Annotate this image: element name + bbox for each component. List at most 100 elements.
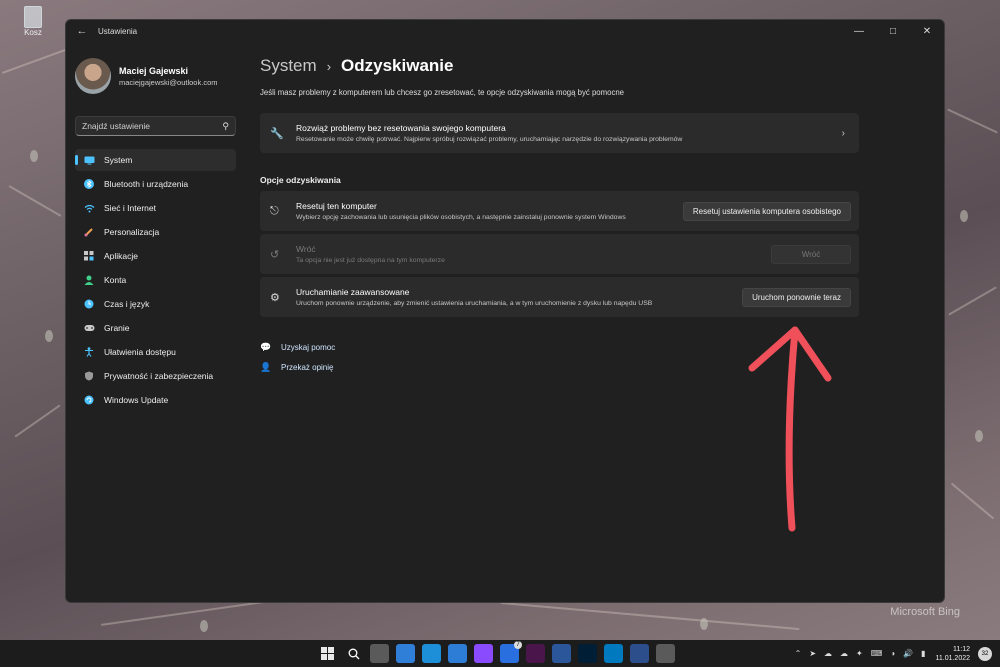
troubleshoot-card[interactable]: 🔧 Rozwiąż problemy bez resetowania swoje…: [260, 113, 859, 153]
user-profile[interactable]: Maciej Gajewski maciejgajewski@outlook.c…: [75, 50, 252, 102]
sidebar-item-label: Czas i język: [104, 299, 150, 309]
sidebar-item-accounts[interactable]: Konta: [75, 269, 236, 291]
word-taskbar-icon[interactable]: [552, 644, 571, 663]
wifi-icon: [83, 202, 95, 214]
sidebar-item-time-language[interactable]: Czas i język: [75, 293, 236, 315]
sidebar-item-apps[interactable]: Aplikacje: [75, 245, 236, 267]
history-icon: ↺: [270, 248, 280, 261]
title-bar[interactable]: ← Ustawienia — □ ✕: [66, 20, 944, 42]
page-title: Odzyskiwanie: [341, 56, 454, 75]
mail-taskbar-icon[interactable]: [448, 644, 467, 663]
clock[interactable]: 11:12 11.01.2022: [935, 645, 970, 663]
sidebar-item-personalization[interactable]: Personalizacja: [75, 221, 236, 243]
powershell-taskbar-icon[interactable]: [630, 644, 649, 663]
profile-email: maciejgajewski@outlook.com: [119, 77, 218, 87]
minimize-button[interactable]: —: [842, 20, 876, 42]
window-title: Ustawienia: [98, 26, 138, 36]
search-icon[interactable]: ⚲: [222, 121, 229, 132]
reset-pc-icon: ⎋: [270, 204, 279, 217]
profile-name: Maciej Gajewski: [119, 65, 189, 76]
sidebar-nav: System Bluetooth i urządzenia Sieć i Int…: [75, 149, 252, 411]
keyboard-icon[interactable]: ⌨: [871, 649, 883, 658]
taskbar-badge: 7: [514, 641, 522, 649]
sidebar-item-label: Granie: [104, 323, 130, 333]
apps-icon: [83, 250, 95, 262]
reset-pc-title: Resetuj ten komputer: [296, 201, 377, 211]
back-arrow-icon[interactable]: ←: [70, 25, 94, 37]
reset-pc-description: Wybierz opcję zachowania lub usunięcia p…: [296, 214, 626, 221]
main-content: System › Odzyskiwanie Jeśli masz problem…: [260, 42, 944, 602]
sidebar-item-gaming[interactable]: Granie: [75, 317, 236, 339]
sidebar-item-label: Windows Update: [104, 395, 169, 405]
globe-clock-icon: [83, 298, 95, 310]
annotation-arrow-icon: [748, 326, 832, 532]
advanced-startup-description: Uruchom ponownie urządzenie, aby zmienić…: [296, 300, 653, 307]
onedrive-icon[interactable]: ☁: [840, 649, 848, 658]
sidebar-item-label: Ułatwienia dostępu: [104, 347, 176, 357]
slack-taskbar-icon[interactable]: [526, 644, 545, 663]
trello-taskbar-icon[interactable]: [604, 644, 623, 663]
recovery-options-heading: Opcje odzyskiwania: [260, 175, 341, 185]
go-back-title: Wróć: [296, 244, 316, 254]
troubleshoot-description: Resetowanie może chwilę potrwać. Najpier…: [296, 136, 683, 143]
gamepad-icon: [83, 322, 95, 334]
cloud-icon[interactable]: ☁: [824, 649, 832, 658]
sidebar-item-label: Konta: [104, 275, 127, 285]
sidebar-item-label: Bluetooth i urządzenia: [104, 179, 189, 189]
sidebar-item-network[interactable]: Sieć i Internet: [75, 197, 236, 219]
photoshop-taskbar-icon[interactable]: [578, 644, 597, 663]
sidebar-item-bluetooth[interactable]: Bluetooth i urządzenia: [75, 173, 236, 195]
maximize-button[interactable]: □: [876, 20, 910, 42]
system-tray: ⌃ ➤ ☁ ☁ ✦ ⌨ ◑ 🔊 ▮ 11:12 11.01.2022 32: [787, 640, 992, 667]
go-back-card: ↺ Wróć Ta opcja nie jest już dostępna na…: [260, 234, 859, 274]
task-view-taskbar-icon[interactable]: [370, 644, 389, 663]
slack-tray-icon[interactable]: ✦: [856, 649, 863, 658]
taskbar: 7 ⌃ ➤ ☁ ☁ ✦ ⌨ ◑ 🔊 ▮ 11:12 11.01.2022 32: [0, 640, 1000, 667]
close-button[interactable]: ✕: [910, 20, 944, 42]
reset-pc-card: ⎋ Resetuj ten komputer Wybierz opcję zac…: [260, 191, 859, 231]
reset-pc-button[interactable]: Resetuj ustawienia komputera osobistego: [682, 201, 851, 221]
brush-icon: [83, 226, 95, 238]
advanced-startup-card: ⚙ Uruchamianie zaawansowane Uruchom pono…: [260, 277, 859, 317]
help-links: 💬 Uzyskaj pomoc 👤 Przekaż opinię: [260, 337, 944, 377]
sidebar-item-label: Aplikacje: [104, 251, 139, 261]
restart-now-button[interactable]: Uruchom ponownie teraz: [742, 287, 851, 307]
messenger-taskbar-icon[interactable]: [474, 644, 493, 663]
sidebar-item-system[interactable]: System: [75, 149, 236, 171]
sidebar-item-label: Prywatność i zabezpieczenia: [104, 371, 214, 381]
sidebar-item-accessibility[interactable]: Ułatwienia dostępu: [75, 341, 236, 363]
bing-watermark: Microsoft Bing: [890, 606, 960, 618]
person-icon: [83, 274, 95, 286]
page-description: Jeśli masz problemy z komputerem lub chc…: [260, 88, 625, 97]
taskbar-apps: 7: [318, 641, 682, 663]
sidebar: Maciej Gajewski maciejgajewski@outlook.c…: [66, 42, 252, 602]
sidebar-item-privacy[interactable]: Prywatność i zabezpieczenia: [75, 365, 236, 387]
advanced-startup-icon: ⚙: [270, 291, 280, 304]
wifi-icon[interactable]: ◑: [890, 649, 895, 658]
settings-taskbar-icon[interactable]: [656, 644, 675, 663]
get-help-link[interactable]: 💬 Uzyskaj pomoc: [260, 337, 944, 357]
bluetooth-icon: [83, 178, 95, 190]
battery-icon[interactable]: ▮: [921, 649, 925, 658]
telegram-icon[interactable]: ➤: [809, 649, 816, 658]
shield-icon: [83, 370, 95, 382]
chevron-right-icon: ›: [326, 58, 332, 74]
widgets-taskbar-icon[interactable]: [396, 644, 415, 663]
sidebar-item-windows-update[interactable]: Windows Update: [75, 389, 236, 411]
volume-icon[interactable]: 🔊: [903, 649, 913, 658]
accessibility-icon: [83, 346, 95, 358]
sidebar-item-label: System: [104, 155, 133, 165]
todo-taskbar-icon[interactable]: 7: [500, 641, 522, 663]
search-taskbar-icon[interactable]: [344, 644, 363, 663]
recycle-bin-desktop-icon[interactable]: Kosz: [20, 6, 46, 37]
search-box[interactable]: ⚲: [75, 116, 236, 136]
start-taskbar-icon[interactable]: [318, 644, 337, 663]
chevron-up-icon[interactable]: ⌃: [795, 649, 802, 658]
troubleshoot-title: Rozwiąż problemy bez resetowania swojego…: [296, 123, 506, 133]
give-feedback-link[interactable]: 👤 Przekaż opinię: [260, 357, 944, 377]
notifications-badge[interactable]: 32: [978, 646, 992, 661]
breadcrumb: System › Odzyskiwanie: [260, 54, 944, 78]
edge-taskbar-icon[interactable]: [422, 644, 441, 663]
search-input[interactable]: [82, 121, 223, 131]
breadcrumb-parent[interactable]: System: [260, 56, 317, 76]
